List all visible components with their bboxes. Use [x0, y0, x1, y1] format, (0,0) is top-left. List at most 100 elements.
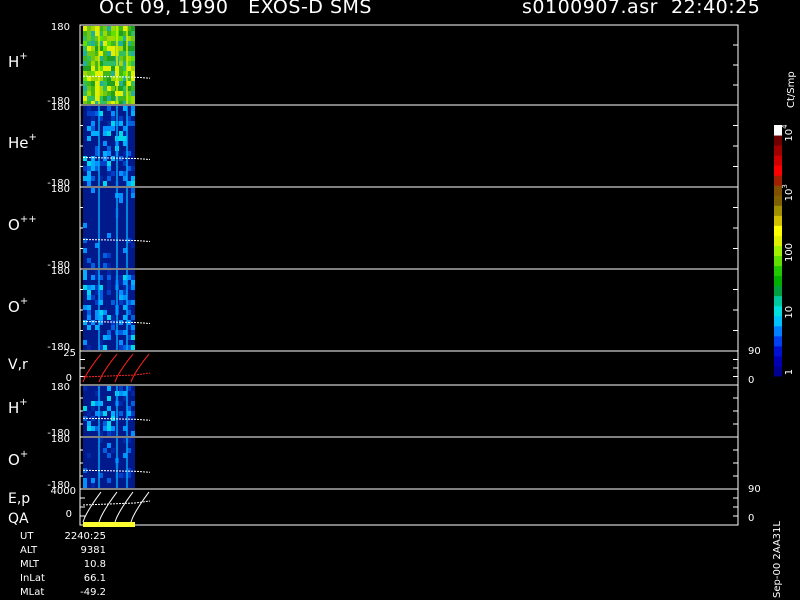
panel-1-spectrum-cell — [103, 71, 107, 76]
panel-1-spectrum-cell — [107, 56, 111, 61]
panel-7-spectrum-cell — [119, 473, 123, 478]
panel-3-spectrum-cell — [131, 243, 135, 248]
colorbar-segment — [774, 255, 782, 267]
colorbar-segment — [774, 135, 782, 146]
panel-2-frame — [79, 104, 739, 188]
panel-1-spectrum-cell — [131, 71, 135, 76]
panel-1-spectrum-cell — [131, 91, 135, 96]
panel-1-spectrum-cell — [103, 41, 107, 46]
panel-8-trace — [130, 491, 150, 523]
colorbar-tick-label: 103 — [781, 184, 795, 201]
panel-4-spectrum-cell — [83, 305, 87, 310]
panel-1-spectrum-cell — [107, 46, 111, 51]
panel-8-trace — [98, 491, 118, 523]
panel-1-spectrum-cell — [91, 86, 95, 91]
panel-1-spectrum-cell — [131, 86, 135, 91]
panel-1-spectrum-cell — [87, 91, 91, 96]
panel-1-spectrum-cell — [107, 41, 111, 46]
panel-4-spectrum-cell — [107, 285, 111, 290]
panel-2-spectrum-cell — [131, 111, 135, 116]
panel-1-spectrum-cell — [103, 81, 107, 86]
panel-4-spectrum-cell — [107, 270, 111, 275]
panel-4-spectrum-cell — [107, 315, 111, 320]
panel-1-spectrum-cell — [87, 31, 91, 36]
panel-4-spectrum-cell — [83, 310, 87, 315]
info-value: 2240:25 — [64, 531, 106, 542]
panel-6-spectrum-cell — [131, 401, 135, 406]
panel-1-spectrum-cell — [87, 41, 91, 46]
panel-6-spectrum-cell — [107, 396, 111, 401]
panel-8-trace — [114, 491, 134, 523]
panel-8-qa-bar — [83, 522, 135, 527]
panel-1-spectrum-cell — [103, 46, 107, 51]
panel-1-spectrum-cell — [91, 26, 95, 31]
panel-4-spectrum-stripe — [98, 270, 100, 350]
panel-2-spectrum-cell — [111, 116, 115, 121]
panel-1-spectrum-cell — [131, 81, 135, 86]
panel-5-tick-top: 25 — [63, 348, 76, 359]
panel-1-spectrum-cell — [107, 66, 111, 71]
panel-3-frame — [79, 186, 739, 270]
panel-4-spectrum-cell — [111, 325, 115, 330]
panel-1-spectrum-cell — [119, 81, 123, 86]
panel-4-spectrum-cell — [131, 330, 135, 335]
panel-6-spectrum-cell — [131, 391, 135, 396]
panel-2-spectrum-cell — [103, 126, 107, 131]
panel-2-spectrum-cell — [111, 111, 115, 116]
panel-4-spectrum-cell — [119, 340, 123, 345]
panel-4-spectrum-stripe — [116, 270, 118, 350]
panel-3-spectrum-stripe — [98, 188, 100, 268]
info-label: UT — [20, 531, 34, 542]
panel-1-spectrum-cell — [131, 96, 135, 101]
panel-4-spectrum-cell — [83, 275, 87, 280]
panel-4-spectrum-cell — [107, 290, 111, 295]
panel-6-spectrum-cell — [103, 421, 107, 426]
panel-6-spectrum-cell — [111, 426, 115, 431]
panel-6-spectrum-cell — [107, 426, 111, 431]
colorbar-segment — [774, 265, 782, 277]
panel-6-spectrum-cell — [107, 386, 111, 391]
panel-3-spectrum-cell — [91, 263, 95, 268]
panel-7-spectrum-cell — [87, 453, 91, 458]
panel-7-spectrum-cell — [91, 483, 95, 488]
panel-1-spectrum-cell — [111, 71, 115, 76]
panel-4-spectrum-cell — [111, 300, 115, 305]
panel-1-spectrum-cell — [111, 41, 115, 46]
panel-3-spectrum-cell — [103, 233, 107, 238]
panel-2-spectrum-cell — [107, 161, 111, 166]
panel-2-spectrum-cell — [87, 181, 91, 186]
panel-5-baseline-trace — [82, 372, 151, 378]
panel-1-spectrum-cell — [91, 96, 95, 101]
panel-2-spectrum-cell — [103, 156, 107, 161]
panel-1-spectrum-cell — [119, 31, 123, 36]
panel-2-spectrum-cell — [107, 131, 111, 136]
panel-2-spectrum-cell — [103, 141, 107, 146]
panel-6-spectrum-cell — [107, 431, 111, 436]
panel-8-right-tick-top: 90 — [748, 484, 761, 495]
panel-2-spectrum-cell — [107, 146, 111, 151]
panel-6-spectrum-stripe — [116, 386, 118, 436]
panel-5-frame — [79, 350, 739, 386]
panel-2-spectrum-cell — [87, 161, 91, 166]
panel-7-spectrum-cell — [87, 458, 91, 463]
panel-1-spectrum-cell — [87, 86, 91, 91]
colorbar-tick-label: 104 — [781, 124, 795, 142]
panel-1-spectrum-cell — [107, 81, 111, 86]
colorbar-tick-label: 1 — [784, 369, 795, 375]
panel-3-species-charge: ++ — [20, 214, 37, 225]
panel-2-spectrum-cell — [107, 106, 111, 111]
panel-2-tick-top: 180 — [51, 102, 70, 113]
panel-7-spectrum-cell — [107, 453, 111, 458]
panel-3-spectrum-cell — [107, 253, 111, 258]
panel-1-spectrum-cell — [131, 101, 135, 104]
panel-1-spectrum-cell — [119, 86, 123, 91]
colorbar-segment — [774, 215, 782, 226]
panel-1-spectrum-cell — [83, 91, 87, 96]
panel-6-spectrum-cell — [87, 386, 91, 391]
colorbar-tick-label: 100 — [784, 243, 795, 262]
panel-6-spectrum-cell — [111, 411, 115, 416]
panel-4-spectrum-cell — [107, 280, 111, 285]
panel-3-spectrum-cell — [119, 193, 123, 198]
panel-2-spectrum-cell — [119, 131, 123, 136]
colorbar-segment — [774, 295, 782, 307]
